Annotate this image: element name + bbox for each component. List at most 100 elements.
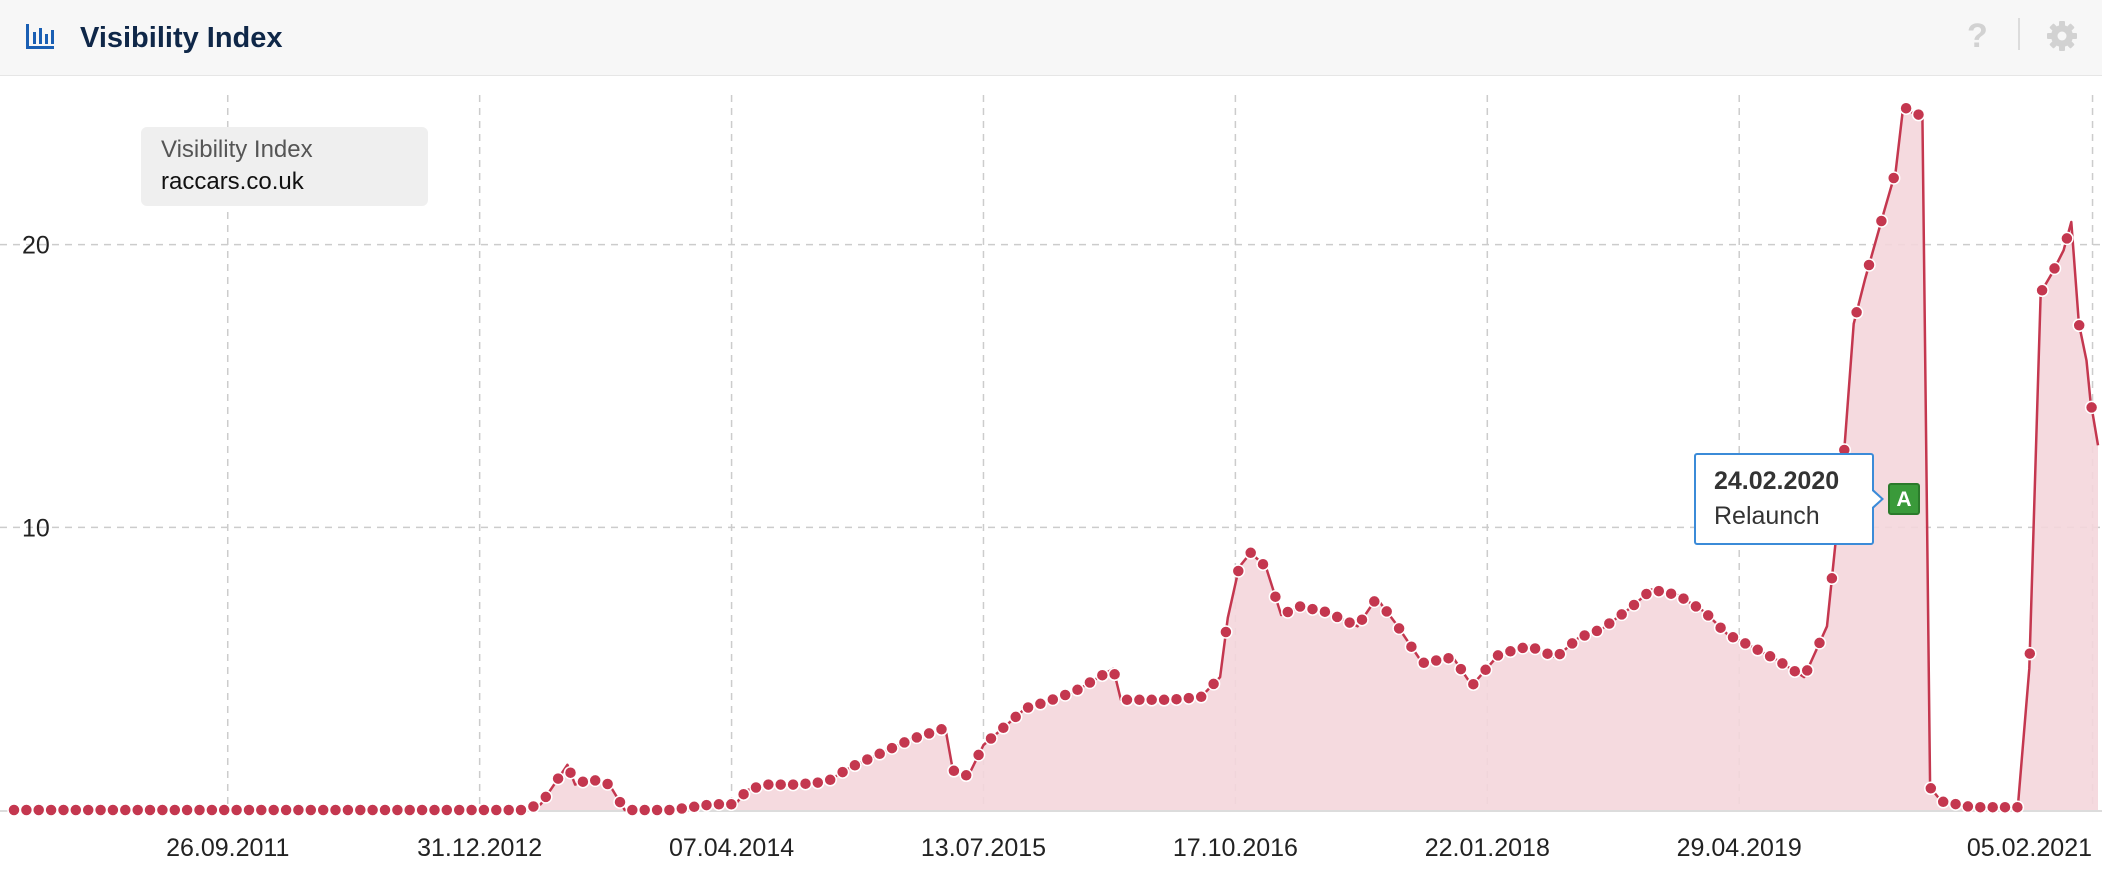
data-point — [1738, 636, 1753, 651]
data-point — [1256, 557, 1270, 571]
data-point — [501, 803, 516, 817]
data-point — [328, 803, 343, 817]
data-point — [1243, 546, 1258, 560]
data-point — [1825, 571, 1839, 586]
data-point — [1602, 616, 1617, 631]
data-point — [180, 803, 194, 817]
data-point — [1454, 662, 1468, 676]
data-point — [1132, 693, 1147, 707]
data-point — [1058, 688, 1072, 702]
data-point — [1305, 602, 1320, 616]
data-point — [2060, 231, 2074, 246]
data-point — [1342, 615, 1357, 630]
event-marker[interactable]: A — [1888, 483, 1920, 515]
data-point — [563, 765, 578, 780]
data-point — [130, 803, 145, 817]
x-tick-label: 17.10.2016 — [1173, 834, 1298, 862]
data-point — [143, 803, 157, 817]
data-point — [106, 803, 120, 817]
data-point — [1095, 668, 1110, 682]
data-point — [625, 803, 640, 817]
data-point — [2035, 283, 2049, 298]
data-point — [489, 803, 504, 817]
event-tooltip: 24.02.2020 Relaunch — [1694, 453, 1874, 545]
data-point — [1194, 690, 1208, 704]
data-point — [7, 803, 21, 817]
data-point — [1713, 620, 1728, 635]
data-point — [365, 803, 380, 817]
data-point — [1120, 693, 1134, 707]
data-point — [477, 803, 491, 817]
data-point — [192, 803, 207, 817]
data-point — [44, 803, 58, 817]
data-point — [947, 764, 961, 778]
data-point — [390, 803, 405, 817]
data-point — [1775, 656, 1790, 671]
data-point — [1144, 693, 1159, 707]
data-point — [1948, 797, 1963, 811]
data-point — [1639, 587, 1654, 601]
x-tick-label: 29.04.2019 — [1677, 834, 1802, 862]
data-point — [1008, 710, 1023, 724]
data-point — [1985, 800, 2000, 814]
data-point — [798, 776, 813, 791]
data-point — [1689, 599, 1703, 614]
help-icon[interactable]: ? — [1967, 16, 1988, 56]
data-point — [848, 758, 862, 773]
widget-header: Visibility Index ? — [0, 0, 2102, 76]
data-point — [984, 731, 998, 746]
x-tick-label: 31.12.2012 — [417, 834, 542, 862]
data-point — [687, 800, 701, 814]
data-point — [1961, 799, 1975, 814]
data-point — [1763, 649, 1777, 664]
bar-chart-icon — [26, 24, 54, 49]
data-point — [1330, 610, 1344, 624]
data-point — [1404, 639, 1419, 654]
data-point — [1652, 584, 1666, 598]
data-point — [2010, 800, 2025, 814]
data-point — [662, 803, 677, 817]
data-point — [786, 777, 800, 792]
data-point — [1812, 636, 1827, 650]
data-point — [1886, 171, 1901, 185]
data-point — [316, 803, 330, 817]
data-point — [539, 790, 553, 804]
data-point — [1021, 700, 1035, 715]
data-point — [650, 803, 664, 817]
gear-icon[interactable] — [2046, 20, 2078, 52]
data-point — [1429, 653, 1443, 668]
data-point — [1553, 647, 1567, 661]
data-point — [1231, 564, 1246, 578]
data-point — [155, 803, 170, 817]
data-point — [378, 803, 392, 817]
data-point — [600, 777, 615, 791]
data-point — [637, 803, 652, 817]
data-point — [1281, 605, 1295, 619]
data-point — [1083, 675, 1097, 690]
data-point — [427, 803, 442, 817]
data-point — [1701, 608, 1715, 623]
data-point — [761, 777, 776, 792]
data-point — [736, 787, 751, 801]
data-point — [229, 803, 244, 817]
data-point — [885, 741, 899, 755]
y-tick-label: 20 — [22, 232, 50, 260]
data-point — [452, 803, 466, 817]
data-point — [551, 771, 565, 786]
data-point — [1033, 697, 1048, 711]
data-point — [514, 803, 528, 817]
data-point — [1540, 646, 1555, 661]
data-point — [1466, 677, 1481, 691]
data-point — [1750, 643, 1765, 657]
data-point — [1614, 607, 1629, 622]
data-point — [1491, 648, 1505, 663]
data-point — [1392, 621, 1406, 636]
data-point — [1441, 651, 1456, 665]
x-tick-label: 07.04.2014 — [669, 834, 794, 862]
data-point — [81, 803, 95, 817]
data-point — [1800, 663, 1814, 678]
data-point — [1293, 599, 1307, 614]
data-point — [922, 726, 936, 741]
data-point — [971, 748, 986, 762]
page-title: Visibility Index — [80, 22, 283, 54]
